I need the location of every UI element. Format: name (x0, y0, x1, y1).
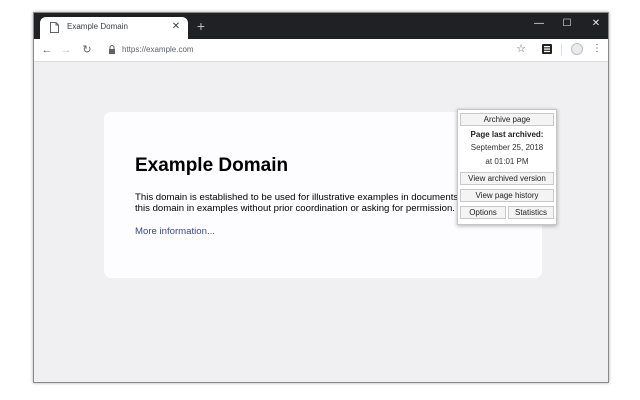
forward-button[interactable]: → (59, 43, 73, 57)
maximize-button[interactable]: ☐ (558, 17, 576, 31)
options-button[interactable]: Options (460, 206, 506, 219)
page-heading: Example Domain (135, 155, 289, 176)
tab-example-domain[interactable]: Example Domain ✕ (40, 17, 188, 39)
page-content: Example Domain This domain is establishe… (34, 62, 608, 382)
view-archived-version-button[interactable]: View archived version (460, 172, 554, 185)
tab-close-icon[interactable]: ✕ (170, 21, 182, 33)
last-archived-date: September 25, 2018 (470, 143, 544, 152)
page-favicon-icon (50, 22, 59, 33)
address-url: https://example.com (122, 45, 194, 54)
toolbar: ← → ↻ https://example.com ☆ ⋮ (34, 39, 608, 62)
archive-page-button[interactable]: Archive page (460, 113, 554, 126)
view-page-history-button[interactable]: View page history (460, 189, 554, 202)
close-window-button[interactable]: ✕ (587, 17, 605, 31)
back-button[interactable]: ← (40, 43, 54, 57)
browser-window: Example Domain ✕ + — ☐ ✕ ← → ↻ https://e… (33, 12, 609, 383)
title-bar: Example Domain ✕ + — ☐ ✕ (34, 13, 608, 39)
minimize-button[interactable]: — (530, 17, 548, 31)
reload-button[interactable]: ↻ (80, 43, 94, 57)
new-tab-button[interactable]: + (194, 19, 208, 33)
profile-avatar-icon[interactable] (571, 43, 583, 55)
last-archived-time: at 01:01 PM (485, 157, 529, 166)
statistics-button[interactable]: Statistics (508, 206, 554, 219)
star-icon[interactable]: ☆ (515, 42, 527, 56)
extension-icon[interactable] (541, 43, 553, 55)
menu-dots-icon[interactable]: ⋮ (592, 42, 602, 56)
toolbar-divider (561, 44, 562, 56)
archive-popup: Archive page Page last archived: Septemb… (457, 109, 557, 225)
address-bar[interactable]: https://example.com (102, 42, 496, 58)
tab-title: Example Domain (67, 22, 128, 31)
more-information-link[interactable]: More information... (135, 226, 215, 237)
last-archived-label: Page last archived: (470, 130, 544, 139)
lock-icon (109, 45, 115, 54)
